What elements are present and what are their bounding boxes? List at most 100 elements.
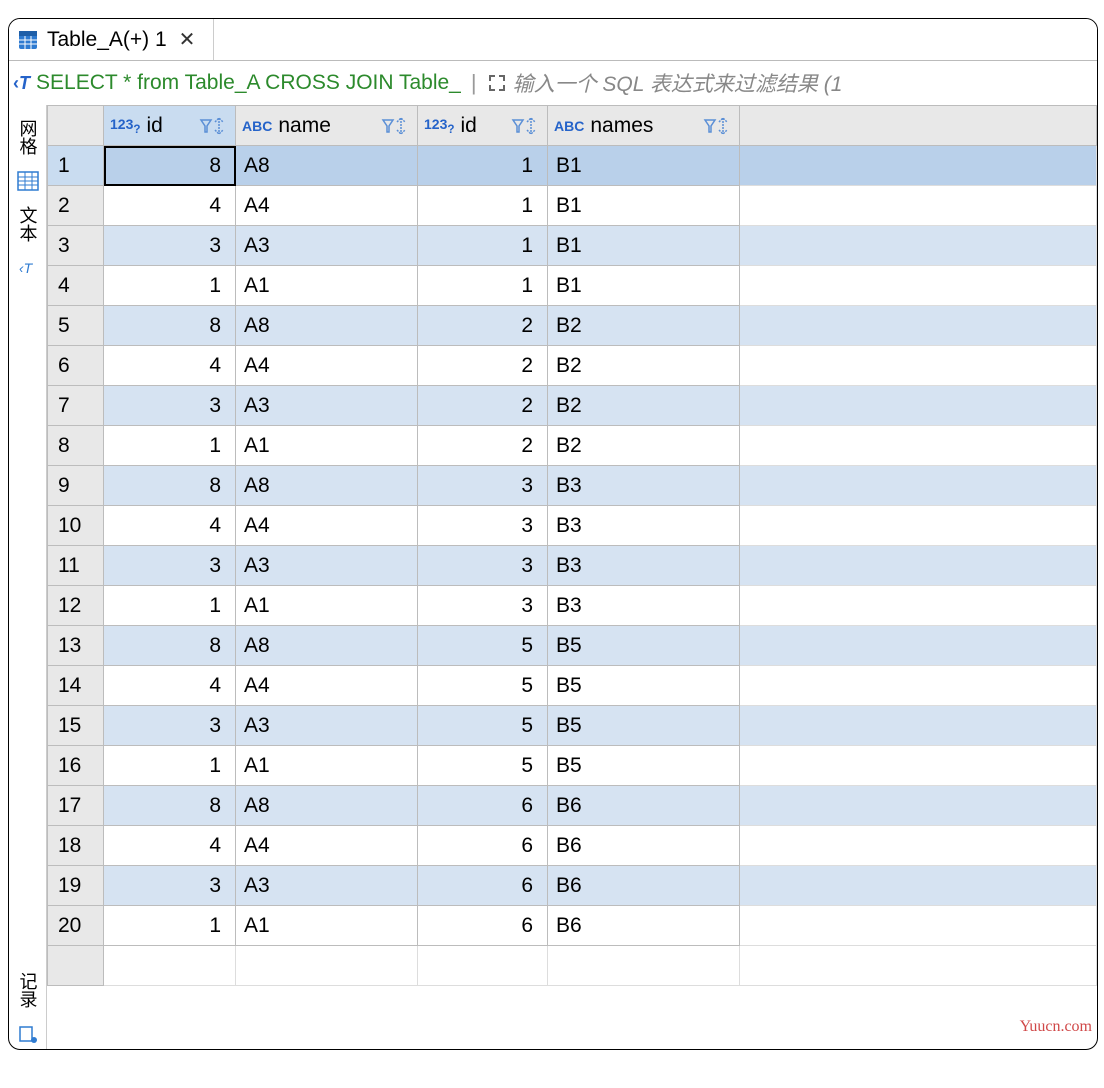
cell-name[interactable]: A4 (236, 666, 418, 706)
cell-id2[interactable]: 2 (418, 306, 548, 346)
cell-empty[interactable] (740, 546, 1097, 586)
table-row[interactable]: 138A85B5 (48, 626, 1097, 666)
cell-names[interactable]: B6 (548, 906, 740, 946)
table-row[interactable]: 153A35B5 (48, 706, 1097, 746)
row-number[interactable]: 15 (48, 706, 104, 746)
cell-empty[interactable] (740, 426, 1097, 466)
row-number[interactable]: 1 (48, 146, 104, 186)
cell-name[interactable]: A1 (236, 266, 418, 306)
table-row[interactable]: 81A12B2 (48, 426, 1097, 466)
cell-id[interactable]: 1 (104, 746, 236, 786)
cell-id[interactable]: 4 (104, 186, 236, 226)
cell-id2[interactable]: 2 (418, 346, 548, 386)
filter-sort-icon[interactable] (199, 116, 229, 136)
cell-name[interactable]: A8 (236, 786, 418, 826)
table-row[interactable]: 18A81B1 (48, 146, 1097, 186)
row-number[interactable]: 17 (48, 786, 104, 826)
cell-id2[interactable]: 1 (418, 186, 548, 226)
row-number[interactable]: 18 (48, 826, 104, 866)
table-row[interactable]: 58A82B2 (48, 306, 1097, 346)
cell-empty[interactable] (740, 506, 1097, 546)
cell-names[interactable]: B3 (548, 506, 740, 546)
table-row[interactable]: 104A43B3 (48, 506, 1097, 546)
cell-names[interactable]: B1 (548, 266, 740, 306)
cell-id2[interactable]: 1 (418, 226, 548, 266)
row-number-header[interactable] (48, 106, 104, 146)
cell-id[interactable]: 8 (104, 626, 236, 666)
cell-id[interactable]: 3 (104, 226, 236, 266)
table-row[interactable]: 24A41B1 (48, 186, 1097, 226)
filter-sort-icon[interactable] (511, 116, 541, 136)
cell-id2[interactable]: 5 (418, 706, 548, 746)
row-number[interactable]: 3 (48, 226, 104, 266)
grid-icon[interactable] (17, 165, 39, 196)
table-row[interactable]: 144A45B5 (48, 666, 1097, 706)
row-number[interactable]: 7 (48, 386, 104, 426)
cell-id2[interactable]: 6 (418, 826, 548, 866)
text-icon[interactable]: ‹T (17, 252, 39, 283)
row-number[interactable]: 10 (48, 506, 104, 546)
cell-id[interactable]: 8 (104, 306, 236, 346)
cell-id[interactable]: 8 (104, 786, 236, 826)
column-header-id2[interactable]: 123? id (418, 106, 548, 146)
cell-id[interactable]: 4 (104, 826, 236, 866)
filter-input[interactable]: 输入一个 SQL 表达式来过滤结果 (1 (513, 68, 843, 98)
cell-id2[interactable]: 5 (418, 626, 548, 666)
cell-id[interactable]: 3 (104, 866, 236, 906)
table-row[interactable]: 98A83B3 (48, 466, 1097, 506)
cell-id2[interactable]: 6 (418, 866, 548, 906)
record-icon[interactable] (17, 1018, 39, 1049)
cell-id[interactable]: 1 (104, 906, 236, 946)
cell-name[interactable]: A3 (236, 226, 418, 266)
cell-name[interactable]: A3 (236, 386, 418, 426)
cell-names[interactable]: B6 (548, 786, 740, 826)
filter-sort-icon[interactable] (703, 116, 733, 136)
cell-empty[interactable] (740, 786, 1097, 826)
row-number[interactable]: 14 (48, 666, 104, 706)
cell-id[interactable]: 4 (104, 666, 236, 706)
sidetab-text[interactable]: 文本 (13, 200, 43, 248)
row-number[interactable]: 19 (48, 866, 104, 906)
cell-id[interactable]: 3 (104, 706, 236, 746)
cell-names[interactable]: B5 (548, 666, 740, 706)
sidetab-grid[interactable]: 网格 (13, 113, 43, 161)
table-row[interactable]: 201A16B6 (48, 906, 1097, 946)
cell-empty[interactable] (740, 306, 1097, 346)
cell-name[interactable]: A8 (236, 306, 418, 346)
cell-id[interactable]: 1 (104, 586, 236, 626)
cell-empty[interactable] (740, 186, 1097, 226)
cell-id2[interactable]: 3 (418, 586, 548, 626)
table-row[interactable]: 64A42B2 (48, 346, 1097, 386)
row-number[interactable]: 16 (48, 746, 104, 786)
cell-id2[interactable]: 6 (418, 906, 548, 946)
filter-sort-icon[interactable] (381, 116, 411, 136)
cell-empty[interactable] (740, 706, 1097, 746)
cell-name[interactable]: A8 (236, 146, 418, 186)
cell-names[interactable]: B2 (548, 426, 740, 466)
cell-id2[interactable]: 3 (418, 466, 548, 506)
cell-names[interactable]: B2 (548, 306, 740, 346)
cell-id2[interactable]: 1 (418, 266, 548, 306)
cell-names[interactable]: B5 (548, 746, 740, 786)
cell-id[interactable]: 8 (104, 466, 236, 506)
table-row[interactable]: 184A46B6 (48, 826, 1097, 866)
close-icon[interactable]: ✕ (175, 27, 200, 52)
sidetab-record[interactable]: 记录 (13, 966, 43, 1014)
cell-name[interactable]: A4 (236, 186, 418, 226)
cell-empty[interactable] (740, 146, 1097, 186)
cell-empty[interactable] (740, 466, 1097, 506)
cell-name[interactable]: A1 (236, 586, 418, 626)
cell-id2[interactable]: 2 (418, 386, 548, 426)
table-row[interactable]: 178A86B6 (48, 786, 1097, 826)
table-row[interactable]: 33A31B1 (48, 226, 1097, 266)
cell-id2[interactable]: 6 (418, 786, 548, 826)
cell-empty[interactable] (740, 346, 1097, 386)
row-number[interactable]: 4 (48, 266, 104, 306)
cell-name[interactable]: A8 (236, 466, 418, 506)
cell-id[interactable]: 8 (104, 146, 236, 186)
cell-name[interactable]: A3 (236, 866, 418, 906)
cell-names[interactable]: B5 (548, 706, 740, 746)
row-number[interactable]: 13 (48, 626, 104, 666)
cell-empty[interactable] (740, 826, 1097, 866)
cell-id2[interactable]: 1 (418, 146, 548, 186)
